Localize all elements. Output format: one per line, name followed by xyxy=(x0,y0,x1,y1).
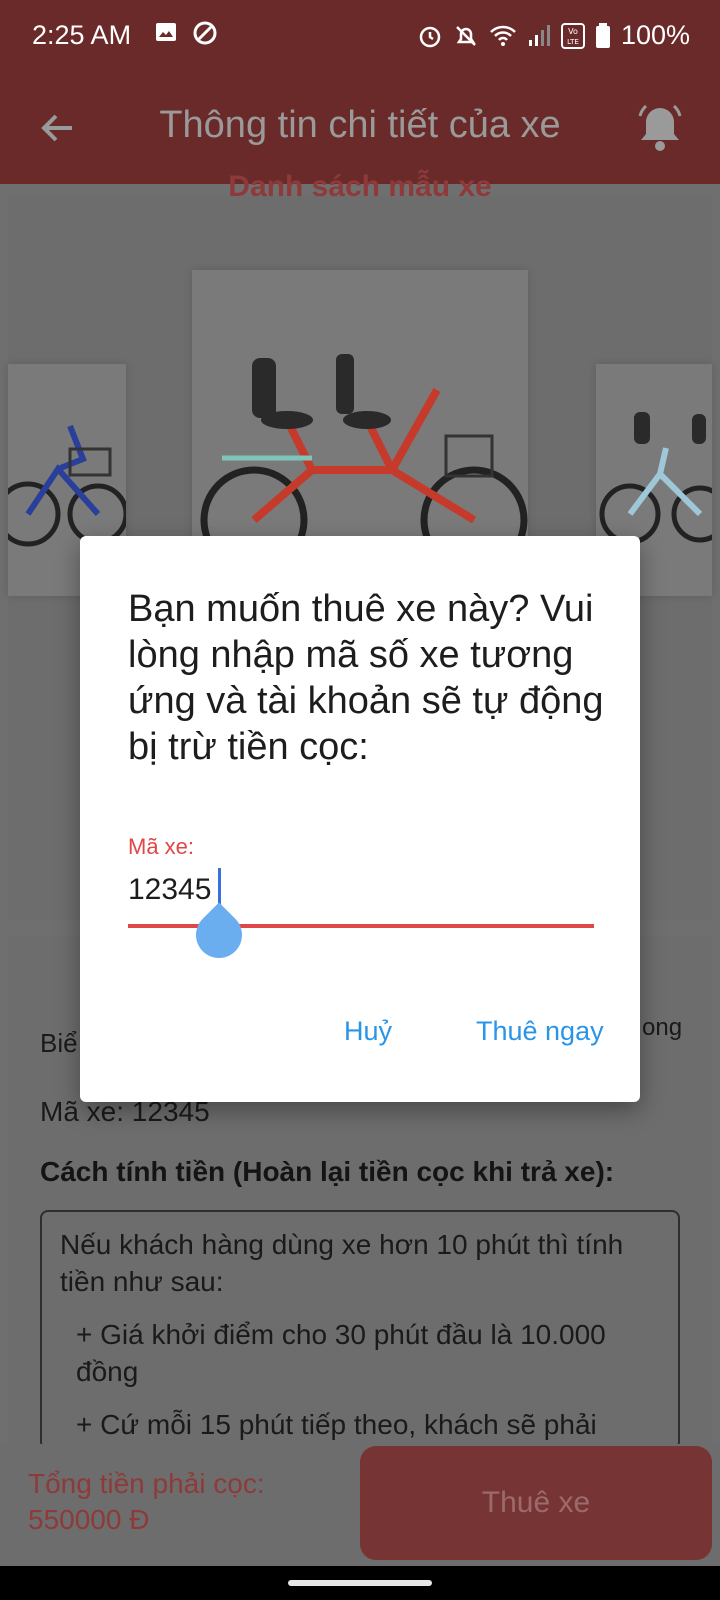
image-icon xyxy=(156,23,176,41)
pricing-title: Cách tính tiền (Hoàn lại tiền cọc khi tr… xyxy=(40,1156,615,1187)
wifi-icon xyxy=(490,25,516,46)
page-title: Thông tin chi tiết của xe xyxy=(159,104,561,146)
pricing-item: + Giá khởi điểm cho 30 phút đầu là 10.00… xyxy=(76,1319,606,1387)
status-time: 2:25 AM xyxy=(32,20,132,50)
bike-code-input[interactable] xyxy=(128,866,594,914)
details-left-snippet: Biể xyxy=(40,1028,78,1058)
rent-bike-button[interactable]: Thuê xe xyxy=(360,1446,712,1560)
battery-percentage: 100% xyxy=(620,20,690,50)
dialog-message: Bạn muốn thuê xe này? Vui lòng nhập mã s… xyxy=(128,588,604,768)
deposit-value: 550000 Đ xyxy=(28,1504,150,1535)
signal-icon xyxy=(528,24,550,46)
alarm-icon xyxy=(419,26,441,47)
svg-text:Vo: Vo xyxy=(568,27,578,36)
rent-now-button[interactable]: Thuê ngay xyxy=(476,1016,604,1047)
pricing-intro: Nếu khách hàng dùng xe hơn 10 phút thì t… xyxy=(60,1229,624,1297)
rent-dialog: Bạn muốn thuê xe này? Vui lòng nhập mã s… xyxy=(80,536,640,1102)
status-left-icons xyxy=(154,20,218,46)
app-bar: Thông tin chi tiết của xe xyxy=(0,76,720,184)
details-right-snippet: ong xyxy=(642,1014,683,1041)
bike-image-card-selected[interactable] xyxy=(192,270,528,574)
arrow-left-icon xyxy=(41,114,72,142)
notification-button[interactable] xyxy=(636,102,684,154)
svg-text:LTE: LTE xyxy=(567,38,579,46)
back-button[interactable] xyxy=(36,106,80,150)
battery-icon xyxy=(595,22,610,48)
tandem-bicycle-image xyxy=(200,354,528,574)
volte-icon: Vo LTE xyxy=(560,22,585,49)
system-nav-bar xyxy=(0,1566,720,1600)
status-right-icons: Vo LTE 100% xyxy=(417,20,690,51)
do-not-disturb-icon xyxy=(193,21,217,45)
bell-icon xyxy=(638,104,682,151)
gallery-title: Danh sách mẫu xe xyxy=(228,170,492,203)
deposit-label: Tổng tiền phải cọc: xyxy=(28,1468,265,1499)
status-bar: 2:25 AM Vo LTE 100% xyxy=(0,0,720,76)
cancel-button[interactable]: Huỷ xyxy=(344,1016,392,1047)
bike-code-field-label: Mã xe: xyxy=(128,834,195,859)
bell-off-icon xyxy=(456,25,476,46)
gesture-handle[interactable] xyxy=(288,1580,432,1586)
pricing-item: + Cứ mỗi 15 phút tiếp theo, khách sẽ phả… xyxy=(76,1409,597,1440)
pricing-description-box: Nếu khách hàng dùng xe hơn 10 phút thì t… xyxy=(40,1210,680,1450)
